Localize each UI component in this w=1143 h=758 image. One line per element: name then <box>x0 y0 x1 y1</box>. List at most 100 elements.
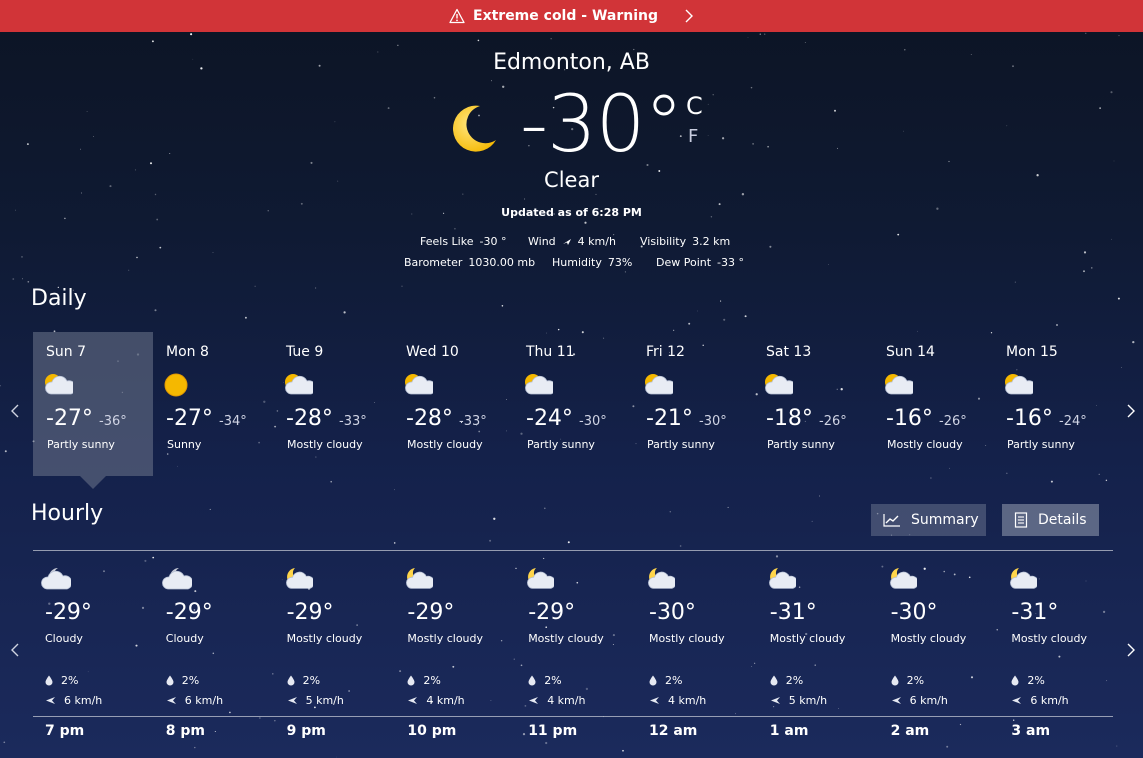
daily-scroll-right-icon[interactable] <box>1125 403 1137 419</box>
mostly-cloudy-night-icon <box>648 568 675 589</box>
extreme-cold-warning-banner[interactable]: Extreme cold - Warning <box>0 0 1143 32</box>
hour-precipitation: 2% <box>407 674 441 687</box>
wind-direction-icon <box>562 239 571 245</box>
precip-value: 2% <box>302 674 321 687</box>
wind-direction-icon <box>650 697 659 704</box>
daily-forecast-day[interactable]: Fri 12 -21° -30° Partly sunny <box>633 332 753 476</box>
hourly-forecast-item[interactable]: -29° Cloudy 2% 6 km/h 7 pm <box>33 560 153 750</box>
daily-forecast-day[interactable]: Sun 14 -16° -26° Mostly cloudy <box>873 332 993 476</box>
daily-forecast-day[interactable]: Thu 11 -24° -30° Partly sunny <box>513 332 633 476</box>
mostly-cloudy-night-icon <box>768 568 796 589</box>
wind-value: 6 km/h <box>1030 694 1069 707</box>
chart-icon <box>883 514 900 527</box>
hour-precipitation: 2% <box>1011 674 1045 687</box>
hour-wind: 4 km/h <box>407 694 465 707</box>
day-condition: Partly sunny <box>527 438 595 451</box>
hour-precipitation: 2% <box>45 674 78 687</box>
wind-stat: Wind 4 km/h <box>528 235 616 248</box>
hour-wind: 6 km/h <box>1011 694 1069 707</box>
hour-condition: Mostly cloudy <box>286 632 363 645</box>
hour-temperature: -31° <box>769 600 817 625</box>
daily-forecast-day[interactable]: Sun 7 -27° -36° Partly sunny <box>33 332 153 476</box>
day-date: Sun 14 <box>886 344 935 360</box>
hour-temperature: -30° <box>890 600 938 625</box>
day-date: Sat 13 <box>766 344 812 360</box>
precipitation-icon <box>166 675 174 686</box>
day-high-temp: -28° <box>406 406 453 431</box>
hour-condition: Mostly cloudy <box>649 632 725 645</box>
mostly-cloudy-night-icon <box>527 568 555 589</box>
precip-value: 2% <box>423 674 441 687</box>
feels-like-stat: Feels Like -30 ° <box>420 235 506 248</box>
hourly-forecast-item[interactable]: -30° Mostly cloudy 2% 6 km/h 2 am <box>879 560 999 750</box>
hour-precipitation: 2% <box>528 674 562 687</box>
daily-forecast-day[interactable]: Tue 9 -28° -33° Mostly cloudy <box>273 332 393 476</box>
wind-direction-icon <box>166 697 176 704</box>
hour-time: 1 am <box>769 723 809 739</box>
day-condition: Partly sunny <box>647 438 715 451</box>
precip-value: 2% <box>785 674 804 687</box>
barometer-value: 1030.00 mb <box>468 256 536 269</box>
chevron-right-icon <box>685 9 693 23</box>
hourly-forecast-item[interactable]: -29° Mostly cloudy 2% 5 km/h 9 pm <box>275 560 395 750</box>
details-label: Details <box>1038 512 1087 528</box>
hourly-forecast-item[interactable]: -30° Mostly cloudy 2% 4 km/h 12 am <box>637 560 757 750</box>
day-high-temp: -18° <box>766 406 813 431</box>
barometer-label: Barometer <box>404 256 463 269</box>
daily-scroll-left-icon[interactable] <box>9 403 21 419</box>
hour-precipitation: 2% <box>166 674 199 687</box>
dew-point-value: -33 ° <box>717 256 745 269</box>
wind-value: 4 km/h <box>577 235 616 248</box>
hour-wind: 6 km/h <box>45 694 102 707</box>
wind-value: 4 km/h <box>668 694 707 707</box>
hour-precipitation: 2% <box>649 674 682 687</box>
visibility-value: 3.2 km <box>692 235 731 248</box>
humidity-value: 73% <box>607 256 633 269</box>
day-condition: Partly sunny <box>1007 438 1075 451</box>
hourly-forecast-item[interactable]: -29° Mostly cloudy 2% 4 km/h 10 pm <box>395 560 515 750</box>
wind-label: Wind <box>528 235 556 248</box>
hourly-forecast-item[interactable]: -31° Mostly cloudy 2% 6 km/h 3 am <box>999 560 1119 750</box>
hour-wind: 4 km/h <box>528 694 585 707</box>
precipitation-icon <box>45 675 53 686</box>
dew-point-label: Dew Point <box>656 256 712 269</box>
partly-sunny-icon <box>405 374 433 395</box>
hour-condition: Mostly cloudy <box>769 632 846 645</box>
mostly-cloudy-night-icon <box>889 568 917 589</box>
day-condition: Partly sunny <box>47 438 115 451</box>
hourly-forecast-item[interactable]: -29° Mostly cloudy 2% 4 km/h 11 pm <box>516 560 636 750</box>
hourly-forecast-item[interactable]: -31° Mostly cloudy 2% 5 km/h 1 am <box>758 560 878 750</box>
wind-value: 6 km/h <box>184 694 224 707</box>
day-low-temp: -26° <box>939 414 967 429</box>
hourly-forecast-item[interactable]: -29° Cloudy 2% 6 km/h 8 pm <box>154 560 274 750</box>
day-condition: Partly sunny <box>767 438 835 451</box>
visibility-label: Visibility <box>640 235 687 248</box>
hourly-scroll-left-icon[interactable] <box>9 642 21 658</box>
day-condition: Mostly cloudy <box>407 438 483 451</box>
hour-wind: 5 km/h <box>770 694 827 707</box>
details-button[interactable]: Details <box>1002 504 1099 536</box>
summary-label: Summary <box>911 512 979 528</box>
daily-forecast-day[interactable]: Wed 10 -28° -33° Mostly cloudy <box>393 332 513 476</box>
daily-forecast-day[interactable]: Mon 8 -27° -34° Sunny <box>153 332 273 476</box>
precip-value: 2% <box>544 674 562 687</box>
cloudy-night-icon <box>41 568 71 590</box>
mostly-cloudy-night-icon <box>1010 568 1038 589</box>
hourly-scroll-right-icon[interactable] <box>1125 642 1137 658</box>
hour-time: 2 am <box>890 723 930 739</box>
daily-forecast-day[interactable]: Sat 13 -18° -26° Partly sunny <box>753 332 873 476</box>
day-low-temp: -24° <box>1059 414 1087 429</box>
day-date: Mon 8 <box>166 344 209 360</box>
unit-celsius-toggle[interactable]: C <box>686 92 703 120</box>
day-date: Wed 10 <box>406 344 459 360</box>
daily-forecast-day[interactable]: Mon 15 -16° -24° Partly sunny <box>993 332 1113 476</box>
hour-temperature: -29° <box>286 600 334 625</box>
wind-direction-icon <box>529 697 539 704</box>
hour-temperature: -30° <box>649 600 696 625</box>
summary-button[interactable]: Summary <box>871 504 986 536</box>
wind-direction-icon <box>1012 697 1022 704</box>
hourly-top-divider <box>33 550 1113 551</box>
location-name: Edmonton, AB <box>493 50 650 75</box>
unit-fahrenheit-toggle[interactable]: F <box>688 126 698 147</box>
wind-value: 4 km/h <box>426 694 465 707</box>
